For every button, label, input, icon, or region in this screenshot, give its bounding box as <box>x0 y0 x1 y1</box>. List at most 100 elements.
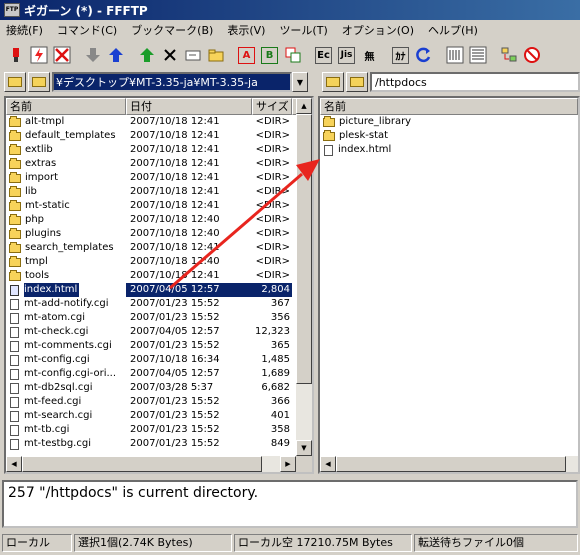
local-path-dropdown[interactable]: ▼ <box>292 72 308 92</box>
col-name[interactable]: 名前 <box>320 98 578 115</box>
remote-file-list[interactable]: 名前 picture_library plesk-stat index.html ◀ <box>318 96 580 474</box>
local-file-row[interactable]: mt-tb.cgi 2007/01/23 15:52 358 <box>6 423 312 437</box>
local-file-row[interactable]: plugins 2007/10/18 12:40 <DIR> <box>6 227 312 241</box>
status-mode: ローカル <box>2 534 72 552</box>
menu-bookmark[interactable]: ブックマーク(B) <box>129 21 215 39</box>
download-button[interactable] <box>81 44 104 67</box>
remote-file-row[interactable]: index.html <box>320 143 578 157</box>
file-date: 2007/01/23 15:52 <box>130 424 220 435</box>
file-size: 367 <box>270 298 290 309</box>
local-file-row[interactable]: mt-comments.cgi 2007/01/23 15:52 365 <box>6 339 312 353</box>
local-parent-dir-button[interactable] <box>4 72 26 92</box>
local-path-combo[interactable]: ¥デスクトップ¥MT-3.35-ja¥MT-3.35-ja <box>52 72 292 92</box>
list-view-button[interactable] <box>443 44 466 67</box>
delete-icon <box>163 49 176 61</box>
local-file-row[interactable]: index.html 2007/04/05 12:57 2,804 <box>6 283 312 297</box>
remote-file-row[interactable]: plesk-stat <box>320 129 578 143</box>
delete-button[interactable] <box>158 44 181 67</box>
refresh-button[interactable] <box>412 44 435 67</box>
local-file-row[interactable]: mt-testbg.cgi 2007/01/23 15:52 849 <box>6 437 312 451</box>
scroll-thumb[interactable] <box>336 456 566 472</box>
quick-connect-button[interactable] <box>27 44 50 67</box>
new-folder-button[interactable] <box>204 44 227 67</box>
col-size[interactable]: サイズ <box>252 98 292 115</box>
local-file-row[interactable]: extras 2007/10/18 12:41 <DIR> <box>6 157 312 171</box>
remote-parent-dir-button[interactable] <box>322 72 344 92</box>
detail-view-button[interactable] <box>466 44 489 67</box>
local-file-row[interactable]: lib 2007/10/18 12:41 <DIR> <box>6 185 312 199</box>
col-date[interactable]: 日付 <box>126 98 252 115</box>
status-free-space: ローカル空 17210.75M Bytes <box>234 534 412 552</box>
local-file-row[interactable]: mt-add-notify.cgi 2007/01/23 15:52 367 <box>6 297 312 311</box>
euc-button[interactable]: Ec <box>312 44 335 67</box>
local-vscroll[interactable]: ▲ ▼ <box>296 98 312 456</box>
file-size: 2,804 <box>248 283 292 297</box>
app-icon: FTP <box>4 3 20 17</box>
menu-command[interactable]: コマンド(C) <box>55 21 119 39</box>
local-file-row[interactable]: mt-check.cgi 2007/04/05 12:57 12,323 <box>6 325 312 339</box>
menu-view[interactable]: 表示(V) <box>225 21 267 39</box>
local-file-row[interactable]: default_templates 2007/10/18 12:41 <DIR> <box>6 129 312 143</box>
local-file-row[interactable]: alt-tmpl 2007/10/18 12:41 <DIR> <box>6 115 312 129</box>
file-size: 849 <box>270 438 290 449</box>
file-icon <box>10 340 19 352</box>
local-file-row[interactable]: tools 2007/10/18 12:41 <DIR> <box>6 269 312 283</box>
menu-options[interactable]: オプション(O) <box>340 21 416 39</box>
status-selection: 選択1個(2.74K Bytes) <box>74 534 232 552</box>
local-file-list[interactable]: 名前 日付 サイズ alt-tmpl 2007/10/18 12:41 <DIR> d… <box>4 96 314 474</box>
local-file-row[interactable]: mt-atom.cgi 2007/01/23 15:52 356 <box>6 311 312 325</box>
local-open-folder-button[interactable] <box>28 72 50 92</box>
file-name: plugins <box>25 228 62 239</box>
local-file-row[interactable]: search_templates 2007/10/18 12:41 <DIR> <box>6 241 312 255</box>
lightning-icon <box>30 46 47 64</box>
stop-icon <box>523 47 540 63</box>
ascii-mode-button[interactable]: A <box>235 44 258 67</box>
local-file-row[interactable]: mt-config.cgi 2007/10/18 16:34 1,485 <box>6 353 312 367</box>
scroll-right-arrow[interactable]: ▶ <box>280 456 296 472</box>
no-kanji-button[interactable]: 無 <box>358 44 381 67</box>
scroll-up-arrow[interactable]: ▲ <box>296 98 312 114</box>
menu-help[interactable]: ヘルプ(H) <box>426 21 480 39</box>
remote-open-folder-button[interactable] <box>346 72 368 92</box>
disconnect-button[interactable] <box>50 44 73 67</box>
rename-button[interactable] <box>181 44 204 67</box>
toolbar-separator <box>381 44 389 67</box>
col-name[interactable]: 名前 <box>6 98 126 115</box>
local-file-row[interactable]: mt-config.cgi-ori... 2007/04/05 12:57 1,68… <box>6 367 312 381</box>
mirror-upload-button[interactable] <box>135 44 158 67</box>
file-name: mt-tb.cgi <box>24 424 70 435</box>
title-bar[interactable]: FTP ギガーン (*) - FFFTP <box>0 0 580 20</box>
remote-hscroll[interactable]: ◀ <box>320 456 578 472</box>
remote-file-row[interactable]: picture_library <box>320 115 578 129</box>
local-file-row[interactable]: php 2007/10/18 12:40 <DIR> <box>6 213 312 227</box>
file-icon <box>10 354 19 366</box>
binary-mode-button[interactable]: B <box>258 44 281 67</box>
local-file-row[interactable]: extlib 2007/10/18 12:41 <DIR> <box>6 143 312 157</box>
local-file-row[interactable]: mt-static 2007/10/18 12:41 <DIR> <box>6 199 312 213</box>
file-date: 2007/10/18 12:41 <box>130 186 220 197</box>
scroll-left-arrow[interactable]: ◀ <box>320 456 336 472</box>
stop-button[interactable] <box>520 44 543 67</box>
scroll-down-arrow[interactable]: ▼ <box>296 440 312 456</box>
menu-tools[interactable]: ツール(T) <box>277 21 329 39</box>
local-file-row[interactable]: mt-db2sql.cgi 2007/03/28 5:37 6,682 <box>6 381 312 395</box>
local-file-row[interactable]: mt-search.cgi 2007/01/23 15:52 401 <box>6 409 312 423</box>
jis-button[interactable]: Jis <box>335 44 358 67</box>
local-hscroll[interactable]: ◀ ▶ <box>6 456 296 472</box>
connect-button[interactable] <box>4 44 27 67</box>
scroll-thumb[interactable] <box>296 114 312 384</box>
sync-dir-button[interactable] <box>497 44 520 67</box>
local-file-row[interactable]: tmpl 2007/10/18 12:40 <DIR> <box>6 255 312 269</box>
local-file-row[interactable]: import 2007/10/18 12:41 <DIR> <box>6 171 312 185</box>
kana-button[interactable]: ｶﾅ <box>389 44 412 67</box>
scroll-left-arrow[interactable]: ◀ <box>6 456 22 472</box>
file-date: 2007/10/18 12:41 <box>130 242 220 253</box>
menu-connect[interactable]: 接続(F) <box>4 21 45 39</box>
folder-icon <box>9 199 21 211</box>
scroll-thumb[interactable] <box>22 456 262 472</box>
log-area[interactable]: 257 "/httpdocs" is current directory. <box>2 480 578 528</box>
local-file-row[interactable]: mt-feed.cgi 2007/01/23 15:52 366 <box>6 395 312 409</box>
upload-button[interactable] <box>104 44 127 67</box>
remote-path-field[interactable]: /httpdocs <box>370 72 580 92</box>
auto-mode-button[interactable] <box>281 44 304 67</box>
